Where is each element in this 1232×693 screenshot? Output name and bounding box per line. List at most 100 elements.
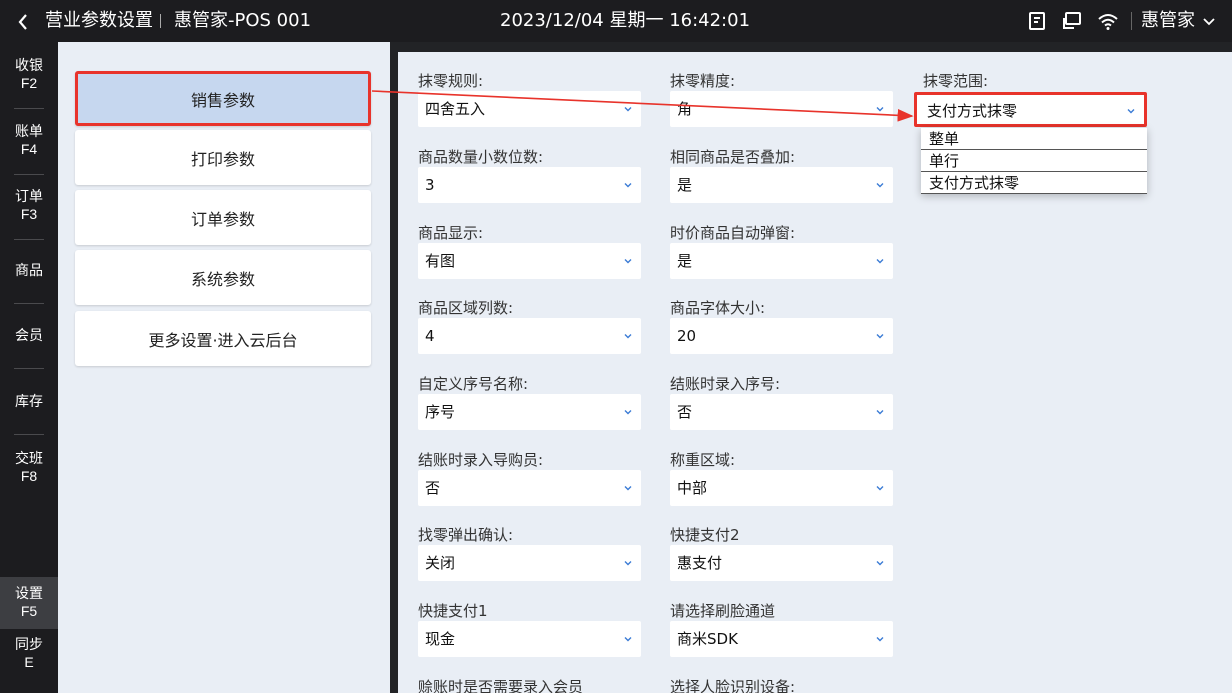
nav-label: 库存 (15, 394, 43, 410)
nav-checkout[interactable]: 收银 F2 (0, 58, 58, 92)
chevron-down-icon (876, 410, 884, 415)
nav-divider (14, 239, 44, 240)
dropdown-option[interactable]: 支付方式抹零 (921, 172, 1147, 194)
select-value: 20 (677, 327, 697, 345)
field-label: 商品字体大小: (670, 299, 766, 317)
quick-pay-2-select[interactable]: 惠支付 (670, 545, 893, 581)
field-label: 称重区域: (670, 451, 736, 469)
quantity-decimals-select[interactable]: 3 (418, 167, 641, 203)
select-value: 商米SDK (677, 630, 738, 648)
nav-orders[interactable]: 订单 F3 (0, 189, 58, 223)
face-pay-channel-select[interactable]: 商米SDK (670, 621, 893, 657)
chevron-down-icon (876, 637, 884, 642)
select-value: 惠支付 (677, 554, 723, 572)
chevron-down-icon (876, 334, 884, 339)
field-label: 抹零规则: (418, 72, 484, 90)
nav-members[interactable]: 会员 (0, 328, 58, 345)
select-value: 序号 (425, 403, 456, 421)
field-label: 快捷支付1 (418, 602, 488, 620)
dropdown-option[interactable]: 整单 (921, 128, 1147, 150)
settings-category-panel: 销售参数 打印参数 订单参数 系统参数 更多设置·进入云后台 (58, 42, 390, 693)
nav-label: 交班 (15, 451, 43, 467)
nav-divider (14, 303, 44, 304)
nav-shortcut: F2 (20, 75, 38, 91)
nav-divider (14, 174, 44, 175)
field-label: 找零弹出确认: (418, 526, 514, 544)
product-font-size-select[interactable]: 20 (670, 318, 893, 354)
nav-divider (14, 368, 44, 369)
store-name: 惠管家-POS 001 (174, 10, 312, 31)
nav-bills[interactable]: 账单 F4 (0, 124, 58, 158)
top-bar: 营业参数设置 惠管家-POS 001 2023/12/04 星期一 16:42:… (0, 0, 1232, 42)
field-label: 时价商品自动弹窗: (670, 224, 796, 242)
nav-settings[interactable]: 设置 F5 (0, 577, 58, 629)
chevron-down-icon (624, 183, 632, 188)
select-value: 支付方式抹零 (927, 102, 1018, 120)
field-label: 抹零范围: (923, 72, 989, 90)
nav-label: 账单 (15, 124, 43, 140)
receipt-icon[interactable] (1026, 10, 1048, 32)
nav-shortcut: F5 (20, 603, 38, 619)
select-value: 中部 (677, 479, 708, 497)
chevron-down-icon (624, 637, 632, 642)
dropdown-option[interactable]: 单行 (921, 150, 1147, 172)
nav-divider (14, 108, 44, 109)
nav-sync[interactable]: 同步 E (0, 637, 58, 671)
tab-order-params[interactable]: 订单参数 (75, 190, 371, 245)
nav-products[interactable]: 商品 (0, 263, 58, 280)
rounding-rule-select[interactable]: 四舍五入 (418, 91, 641, 127)
price-popup-select[interactable]: 是 (670, 243, 893, 279)
field-label: 结账时录入序号: (670, 375, 781, 393)
tab-system-params[interactable]: 系统参数 (75, 250, 371, 305)
nav-label: 同步 (15, 637, 43, 653)
merge-same-items-select[interactable]: 是 (670, 167, 893, 203)
rounding-scope-dropdown: 整单 单行 支付方式抹零 (921, 128, 1147, 194)
chevron-down-icon[interactable] (1201, 13, 1217, 29)
nav-inventory[interactable]: 库存 (0, 394, 58, 411)
user-name[interactable]: 惠管家 (1141, 10, 1195, 32)
field-label: 相同商品是否叠加: (670, 148, 796, 166)
tab-sales-params[interactable]: 销售参数 (75, 71, 371, 126)
weighing-area-select[interactable]: 中部 (670, 470, 893, 506)
panel-divider (390, 42, 398, 693)
nav-label: 会员 (15, 328, 43, 344)
select-value: 有图 (425, 252, 456, 270)
field-label: 结账时录入导购员: (418, 451, 544, 469)
rounding-scope-select[interactable]: 支付方式抹零 (914, 92, 1147, 127)
chevron-down-icon (624, 259, 632, 264)
cast-icon[interactable] (1061, 10, 1083, 32)
left-nav: 收银 F2 账单 F4 订单 F3 商品 会员 库存 交班 F8 设置 F5 同… (0, 42, 58, 693)
field-label: 商品区域列数: (418, 299, 514, 317)
field-label: 快捷支付2 (670, 526, 740, 544)
tab-cloud-backend[interactable]: 更多设置·进入云后台 (75, 311, 371, 366)
checkout-salesperson-select[interactable]: 否 (418, 470, 641, 506)
field-label: 商品显示: (418, 224, 484, 242)
rounding-precision-select[interactable]: 角 (670, 91, 893, 127)
product-columns-select[interactable]: 4 (418, 318, 641, 354)
wifi-icon[interactable] (1097, 10, 1119, 32)
nav-shortcut: F8 (20, 468, 38, 484)
page-title: 营业参数设置 (45, 10, 153, 31)
nav-shift[interactable]: 交班 F8 (0, 451, 58, 485)
field-label: 赊账时是否需要录入会员 (418, 678, 584, 693)
checkout-serial-select[interactable]: 否 (670, 394, 893, 430)
chevron-down-icon (876, 107, 884, 112)
chevron-down-icon (876, 183, 884, 188)
select-value: 现金 (425, 630, 456, 648)
serial-name-select[interactable]: 序号 (418, 394, 641, 430)
field-label: 自定义序号名称: (418, 375, 529, 393)
select-value: 否 (677, 403, 693, 421)
tab-print-params[interactable]: 打印参数 (75, 130, 371, 185)
chevron-down-icon (624, 486, 632, 491)
select-value: 是 (677, 252, 693, 270)
chevron-down-icon (624, 561, 632, 566)
chevron-down-icon (624, 334, 632, 339)
change-confirm-select[interactable]: 关闭 (418, 545, 641, 581)
datetime: 2023/12/04 星期一 16:42:01 (500, 10, 751, 31)
select-value: 是 (677, 176, 693, 194)
nav-label: 设置 (15, 586, 43, 602)
quick-pay-1-select[interactable]: 现金 (418, 621, 641, 657)
product-display-select[interactable]: 有图 (418, 243, 641, 279)
chevron-left-icon[interactable] (16, 10, 30, 34)
select-value: 否 (425, 479, 441, 497)
